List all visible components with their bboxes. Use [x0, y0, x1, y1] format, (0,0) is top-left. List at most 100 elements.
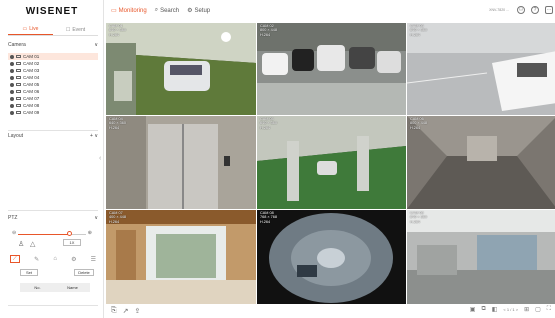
camera-section-title: Camera — [8, 42, 26, 48]
live-icon: ▭ — [22, 26, 28, 32]
tab-setup[interactable]: ⚙ Setup — [187, 7, 210, 15]
chevron-down-icon[interactable]: ∨ — [94, 215, 98, 221]
camera-settings-icon[interactable]: ⎘ — [111, 307, 117, 315]
tile-resolution: 800 × 448 — [260, 28, 277, 33]
camera-section-header[interactable]: Camera ∨ — [8, 40, 98, 50]
export-icon[interactable]: ↗ — [123, 307, 129, 315]
monitor-icon: ▭ — [111, 8, 117, 14]
status-dot-icon — [10, 103, 14, 108]
fullscreen-icon[interactable]: ⛶ — [547, 306, 551, 313]
video-tile-cam06[interactable]: CAM 06 800 × 448 H.264 — [407, 116, 555, 209]
video-tile-cam09[interactable]: CAM 09 640 × 360 H.264 — [407, 210, 555, 304]
home-icon[interactable]: ⌂ — [53, 256, 57, 262]
status-dot-icon — [10, 61, 14, 66]
camera-icon — [16, 76, 21, 79]
osd: CAM 03 640 × 360 H.264 — [410, 24, 427, 37]
event-icon: ☐ — [65, 26, 71, 33]
camera-list-item[interactable]: CAM 05 — [8, 81, 98, 88]
more-icon[interactable]: ⋯ — [545, 6, 553, 14]
camera-list-item[interactable]: CAM 08 — [8, 102, 98, 109]
elevator-scene — [106, 116, 256, 209]
layout-section-header[interactable]: Layout + ∨ — [8, 131, 98, 141]
pen-icon[interactable]: ✎ — [34, 256, 39, 263]
collapse-panel-button[interactable]: ‹ — [99, 155, 101, 162]
camera-icon — [16, 55, 21, 58]
camera-list-label: CAM 07 — [23, 96, 40, 101]
tile-resolution: 768 × 768 — [260, 215, 277, 220]
area-icon[interactable]: △ — [30, 240, 35, 248]
tile-resolution: 640 × 360 — [109, 121, 126, 126]
tab-monitoring-label: Monitoring — [118, 7, 147, 14]
list-icon[interactable]: ☰ — [91, 256, 96, 263]
video-tile-cam07[interactable]: CAM 07 400 × 448 H.264 — [106, 210, 256, 304]
tile-resolution: 640 × 360 — [410, 28, 427, 33]
record-icon[interactable]: ⧉ — [481, 306, 485, 313]
column-name: Name — [67, 285, 78, 290]
camera-list-item[interactable]: CAM 06 — [8, 88, 98, 95]
zoom-in-icon[interactable]: ⊕ — [88, 230, 92, 236]
delete-button[interactable]: Delete — [74, 269, 94, 276]
zoom-knob[interactable] — [66, 231, 72, 236]
fisheye-scene — [257, 210, 406, 304]
tile-codec: H.264 — [260, 125, 271, 130]
osd: CAM 05 640 × 360 H.264 — [260, 117, 277, 130]
gear-icon[interactable]: ⚙ — [71, 256, 76, 263]
video-tile-cam02[interactable]: CAM 02 800 × 448 H.264 — [257, 23, 406, 115]
top-bar: ▭ Monitoring ⌕ Search ⚙ Setup XNV-7820 .… — [105, 0, 555, 21]
osd: CAM 09 640 × 360 H.264 — [410, 211, 427, 224]
preset-table-header: No. Name — [20, 283, 90, 292]
camera-list-label: CAM 01 — [23, 54, 40, 59]
tab-search[interactable]: ⌕ Search — [155, 7, 179, 14]
video-tile-cam04[interactable]: CAM 04 640 × 360 H.264 — [106, 116, 256, 209]
camera-icon — [16, 97, 21, 100]
video-tile-cam01[interactable]: CAM 01 640 × 360 H.264 — [106, 23, 256, 115]
grid-layout-icon[interactable]: ⊞ — [524, 306, 529, 313]
zoom-out-icon[interactable]: ⊖ — [12, 230, 16, 236]
bottom-bar: ⎘ ↗ ⇪ ▣ ⧉ ◧ < 1 / 1 > ⊞ ▢ ⛶ — [105, 303, 555, 318]
camera-list-label: CAM 04 — [23, 75, 40, 80]
tab-live[interactable]: ▭ Live — [8, 24, 53, 35]
status-dot-icon — [10, 89, 14, 94]
audio-icon[interactable]: ◧ — [492, 306, 498, 313]
camera-icon — [16, 111, 21, 114]
camera-list-item[interactable]: CAM 09 — [8, 109, 98, 116]
gear-icon: ⚙ — [187, 8, 193, 14]
help-icon[interactable]: ? — [531, 6, 539, 14]
tab-monitoring[interactable]: ▭ Monitoring — [111, 7, 147, 15]
camera-list-label: CAM 06 — [23, 89, 40, 94]
chevron-down-icon[interactable]: ∨ — [94, 133, 98, 139]
status-dot-icon — [10, 54, 14, 59]
lobby-window-scene — [106, 210, 256, 304]
page-indicator[interactable]: < 1 / 1 > — [503, 307, 518, 312]
tile-codec: H.264 — [410, 125, 421, 130]
zoom-slider[interactable]: ⊖ ⊕ — [12, 230, 92, 237]
snapshot-icon[interactable]: ▣ — [470, 306, 476, 313]
osd: CAM 06 800 × 448 H.264 — [410, 117, 427, 130]
chevron-down-icon[interactable]: ∨ — [94, 42, 98, 48]
osd: CAM 01 640 × 360 H.264 — [109, 24, 126, 37]
video-tile-cam08[interactable]: CAM 08 768 × 768 H.264 — [257, 210, 406, 304]
camera-list-item[interactable]: CAM 01 — [8, 53, 98, 60]
camera-list-item[interactable]: CAM 04 — [8, 74, 98, 81]
single-view-icon[interactable]: ▢ — [535, 306, 541, 313]
camera-list-item[interactable]: CAM 07 — [8, 95, 98, 102]
ptz-section-header[interactable]: PTZ ∨ — [8, 213, 98, 223]
layout-section-title: Layout — [8, 133, 24, 139]
tile-resolution: 640 × 360 — [260, 121, 277, 126]
set-button[interactable]: Set — [20, 269, 38, 276]
add-layout-button[interactable]: + — [90, 133, 93, 139]
app: WISENET ▭ Live ☐ Event Camera ∨ CAM 01 CA… — [0, 0, 555, 318]
video-tile-cam03[interactable]: CAM 03 640 × 360 H.264 — [407, 23, 555, 115]
video-tile-cam05[interactable]: CAM 05 640 × 360 H.264 — [257, 116, 406, 209]
camera-list-label: CAM 03 — [23, 68, 40, 73]
tile-resolution: 640 × 360 — [109, 28, 126, 33]
person-icon[interactable]: ♙ — [18, 240, 24, 248]
brush-icon[interactable]: ⟋ — [10, 255, 20, 263]
share-icon[interactable]: ⇪ — [134, 307, 140, 315]
camera-list-item[interactable]: CAM 02 — [8, 60, 98, 67]
camera-list-item[interactable]: CAM 03 — [8, 67, 98, 74]
speed-select[interactable]: 1X — [63, 239, 81, 246]
tab-event[interactable]: ☐ Event — [53, 24, 98, 35]
camera-list-label: CAM 05 — [23, 82, 40, 87]
user-icon[interactable]: ⚇ — [517, 6, 525, 14]
